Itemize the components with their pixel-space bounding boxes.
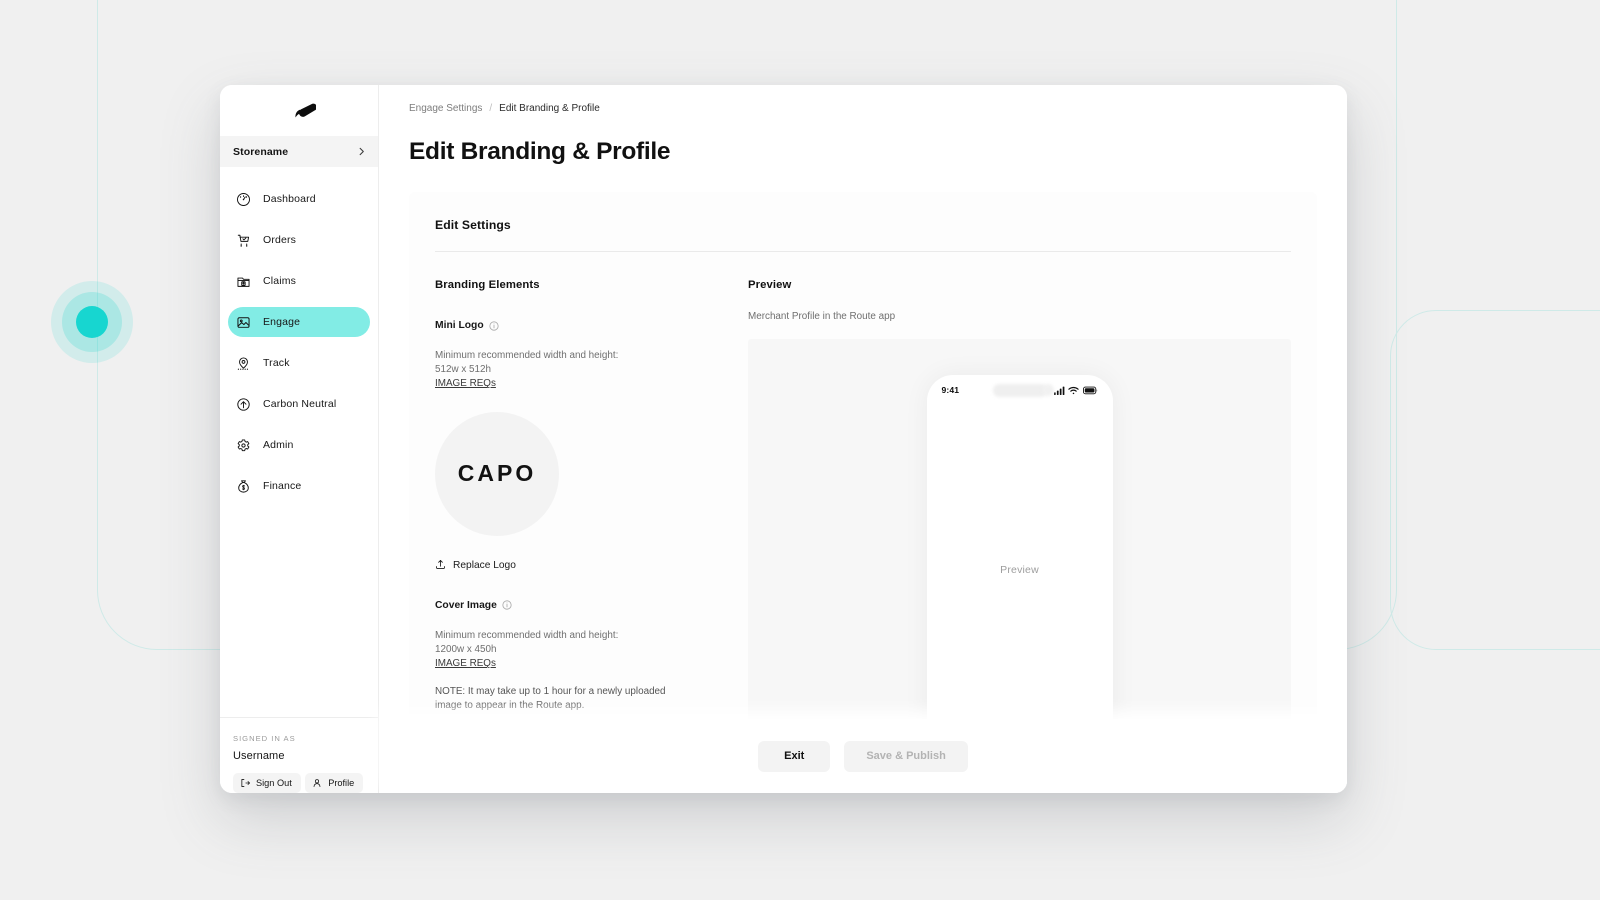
shopping-cart-icon bbox=[235, 232, 252, 249]
footer-action-bar: Exit Save & Publish bbox=[379, 719, 1347, 793]
dynamic-island bbox=[992, 384, 1047, 397]
mini-logo-image-reqs-link[interactable]: IMAGE REQs bbox=[435, 377, 496, 391]
branding-section-title: Branding Elements bbox=[435, 279, 540, 291]
sidebar: Storename Dashboard Orders Claims Engage… bbox=[220, 85, 379, 793]
breadcrumb-current: Edit Branding & Profile bbox=[499, 103, 600, 114]
cover-image-dimensions: 1200w x 450h bbox=[435, 643, 497, 655]
mini-logo-label-row: Mini Logo bbox=[435, 320, 748, 331]
page-title: Edit Branding & Profile bbox=[409, 138, 671, 165]
sidebar-item-label: Carbon Neutral bbox=[263, 398, 337, 410]
background-rounded-rect-right bbox=[1390, 310, 1600, 650]
sidebar-item-orders[interactable]: Orders bbox=[228, 225, 370, 255]
folder-dollar-icon bbox=[235, 273, 252, 290]
phone-clock: 9:41 bbox=[941, 385, 960, 395]
sign-out-icon bbox=[240, 778, 250, 788]
dynamic-island-camera bbox=[1041, 384, 1054, 396]
sidebar-item-label: Engage bbox=[263, 316, 301, 328]
gear-icon bbox=[235, 437, 252, 454]
phone-status-bar: 9:41 bbox=[927, 375, 1113, 405]
sidebar-item-finance[interactable]: Finance bbox=[228, 471, 370, 501]
save-and-publish-button[interactable]: Save & Publish bbox=[844, 740, 968, 772]
store-switcher[interactable]: Storename bbox=[220, 136, 378, 167]
sidebar-item-engage[interactable]: Engage bbox=[228, 307, 370, 337]
route-logo-icon bbox=[282, 101, 316, 121]
dashboard-gauge-icon bbox=[235, 191, 252, 208]
main-scroll-area: Engage Settings / Edit Branding & Profil… bbox=[379, 85, 1347, 719]
phone-status-icons bbox=[1053, 386, 1098, 395]
phone-preview-placeholder: Preview bbox=[1000, 564, 1039, 576]
sidebar-item-track[interactable]: Track bbox=[228, 348, 370, 378]
sidebar-item-label: Orders bbox=[263, 234, 296, 246]
mini-logo-text: CAPO bbox=[457, 460, 537, 487]
cover-image-label-row: Cover Image bbox=[435, 600, 748, 611]
sidebar-footer: SIGNED IN AS Username Sign Out Profile bbox=[220, 717, 378, 793]
wifi-icon bbox=[1068, 386, 1079, 395]
brand-logo[interactable] bbox=[220, 85, 378, 136]
preview-column: Preview Merchant Profile in the Route ap… bbox=[748, 279, 1291, 719]
mini-logo-hint-text: Minimum recommended width and height: bbox=[435, 350, 619, 361]
cover-image-hint-text: Minimum recommended width and height: bbox=[435, 629, 619, 641]
user-icon bbox=[312, 778, 322, 788]
chevron-right-icon bbox=[357, 147, 366, 156]
sidebar-item-admin[interactable]: Admin bbox=[228, 430, 370, 460]
preview-stage: 9:41 Preview bbox=[748, 339, 1291, 719]
arrow-up-circle-icon bbox=[235, 396, 252, 413]
sidebar-item-label: Dashboard bbox=[263, 193, 316, 205]
mini-logo-hint: Minimum recommended width and height: 51… bbox=[435, 349, 748, 391]
phone-mockup: 9:41 Preview bbox=[926, 375, 1113, 719]
sidebar-item-label: Admin bbox=[263, 439, 294, 451]
cover-image-note: NOTE: It may take up to 1 hour for a new… bbox=[435, 685, 666, 711]
cover-image-label: Cover Image bbox=[435, 599, 497, 611]
sidebar-item-label: Track bbox=[263, 357, 290, 369]
upload-icon bbox=[435, 559, 446, 573]
settings-columns: Branding Elements Mini Logo Minimum reco… bbox=[435, 279, 1291, 719]
profile-button[interactable]: Profile bbox=[305, 773, 364, 793]
image-picture-icon bbox=[235, 314, 252, 331]
breadcrumb: Engage Settings / Edit Branding & Profil… bbox=[409, 103, 1317, 114]
info-circle-icon[interactable] bbox=[502, 600, 512, 611]
sidebar-nav: Dashboard Orders Claims Engage Track Car… bbox=[220, 167, 378, 717]
breadcrumb-parent[interactable]: Engage Settings bbox=[409, 103, 482, 114]
accent-dot bbox=[76, 306, 108, 338]
sidebar-item-claims[interactable]: Claims bbox=[228, 266, 370, 296]
money-bag-icon bbox=[235, 478, 252, 495]
breadcrumb-separator: / bbox=[489, 103, 493, 114]
mini-logo-label: Mini Logo bbox=[435, 320, 484, 331]
sign-out-button[interactable]: Sign Out bbox=[233, 773, 301, 793]
phone-screen-body: Preview bbox=[927, 405, 1113, 719]
map-pin-icon bbox=[235, 355, 252, 372]
card-divider bbox=[435, 251, 1291, 252]
branding-elements-column: Branding Elements Mini Logo Minimum reco… bbox=[435, 279, 748, 719]
profile-label: Profile bbox=[328, 778, 355, 788]
sidebar-item-carbon-neutral[interactable]: Carbon Neutral bbox=[228, 389, 370, 419]
preview-subtitle: Merchant Profile in the Route app bbox=[748, 311, 896, 322]
store-name: Storename bbox=[233, 145, 289, 158]
card-title: Edit Settings bbox=[435, 218, 511, 232]
preview-section-title: Preview bbox=[748, 279, 792, 291]
sign-out-label: Sign Out bbox=[256, 778, 292, 788]
sidebar-item-dashboard[interactable]: Dashboard bbox=[228, 184, 370, 214]
mini-logo-dimensions: 512w x 512h bbox=[435, 363, 492, 375]
replace-logo-label: Replace Logo bbox=[453, 560, 516, 572]
main-content: Engage Settings / Edit Branding & Profil… bbox=[379, 85, 1347, 793]
cellular-signal-icon bbox=[1053, 386, 1065, 395]
battery-icon bbox=[1082, 386, 1098, 395]
info-circle-icon[interactable] bbox=[489, 320, 499, 331]
cover-image-image-reqs-link[interactable]: IMAGE REQs bbox=[435, 657, 496, 671]
exit-button[interactable]: Exit bbox=[758, 740, 831, 772]
edit-settings-card: Edit Settings Branding Elements Mini Log… bbox=[409, 192, 1317, 719]
signed-in-label: SIGNED IN AS bbox=[233, 734, 296, 743]
replace-logo-button[interactable]: Replace Logo bbox=[435, 559, 748, 573]
sidebar-item-label: Claims bbox=[263, 275, 296, 287]
username: Username bbox=[233, 750, 285, 762]
app-window: Storename Dashboard Orders Claims Engage… bbox=[220, 85, 1347, 793]
sidebar-item-label: Finance bbox=[263, 480, 302, 492]
cover-image-hint: Minimum recommended width and height: 12… bbox=[435, 629, 748, 671]
mini-logo-preview: CAPO bbox=[435, 411, 559, 536]
